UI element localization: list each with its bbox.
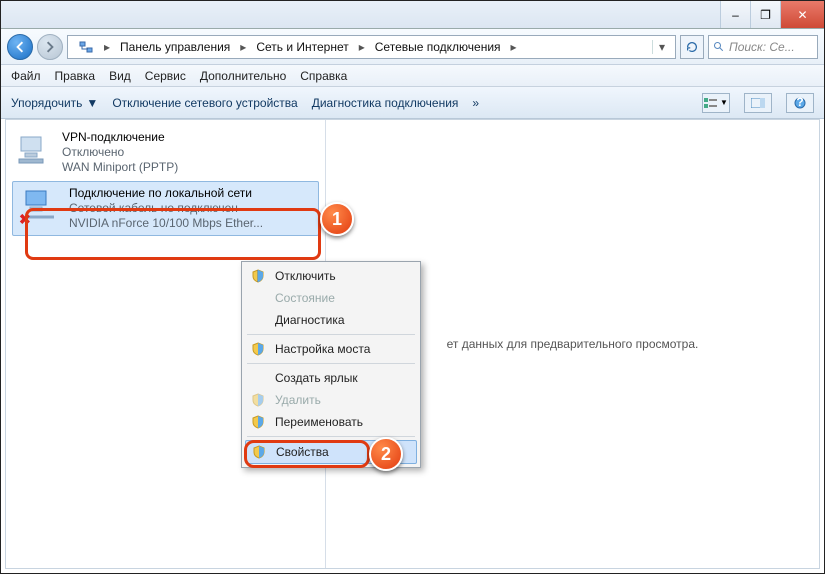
error-x-icon: ✖ bbox=[19, 211, 31, 228]
close-button[interactable]: ✕ bbox=[780, 1, 824, 28]
breadcrumb-sep: ▸ bbox=[357, 40, 367, 54]
connection-item-selected[interactable]: ✖ Подключение по локальной сети Сетевой … bbox=[12, 181, 319, 236]
shield-icon bbox=[249, 342, 267, 356]
ctx-delete: Удалить bbox=[245, 389, 417, 411]
breadcrumb-item[interactable]: Сеть и Интернет bbox=[250, 38, 354, 56]
network-icon bbox=[78, 39, 94, 55]
annotation-badge-2: 2 bbox=[369, 437, 403, 471]
ctx-label: Создать ярлык bbox=[275, 371, 358, 385]
shield-icon bbox=[249, 269, 267, 283]
preview-empty-text: ет данных для предварительного просмотра… bbox=[447, 337, 699, 351]
connection-icon: ✖ bbox=[21, 186, 61, 226]
help-button[interactable]: ? bbox=[786, 93, 814, 113]
ctx-label: Настройка моста bbox=[275, 342, 370, 356]
shield-icon bbox=[249, 415, 267, 429]
ctx-label: Отключить bbox=[275, 269, 336, 283]
ctx-label: Переименовать bbox=[275, 415, 363, 429]
organize-label: Упорядочить bbox=[11, 96, 82, 110]
svg-text:?: ? bbox=[796, 97, 803, 109]
menu-tools[interactable]: Сервис bbox=[145, 69, 186, 83]
disable-device-button[interactable]: Отключение сетевого устройства bbox=[112, 96, 297, 110]
menu-file[interactable]: Файл bbox=[11, 69, 41, 83]
menu-extra[interactable]: Дополнительно bbox=[200, 69, 286, 83]
breadcrumb-sep: ▸ bbox=[102, 40, 112, 54]
ctx-label: Удалить bbox=[275, 393, 321, 407]
menu-view[interactable]: Вид bbox=[109, 69, 131, 83]
menu-edit[interactable]: Правка bbox=[55, 69, 96, 83]
breadcrumb-root-icon[interactable] bbox=[72, 37, 100, 57]
shield-icon bbox=[249, 393, 267, 407]
ctx-diagnose[interactable]: Диагностика bbox=[245, 309, 417, 331]
ctx-label: Диагностика bbox=[275, 313, 345, 327]
nav-row: ▸ Панель управления ▸ Сеть и Интернет ▸ … bbox=[1, 29, 824, 65]
minimize-icon: – bbox=[732, 8, 739, 22]
ctx-label: Состояние bbox=[275, 291, 335, 305]
connection-title: VPN-подключение bbox=[62, 130, 178, 145]
preview-pane-icon bbox=[751, 98, 765, 108]
address-bar[interactable]: ▸ Панель управления ▸ Сеть и Интернет ▸ … bbox=[67, 35, 676, 59]
ctx-bridge[interactable]: Настройка моста bbox=[245, 338, 417, 360]
preview-pane-button[interactable] bbox=[744, 93, 772, 113]
breadcrumb-sep: ▸ bbox=[238, 40, 248, 54]
command-bar: Упорядочить ▼ Отключение сетевого устрой… bbox=[1, 87, 824, 119]
ctx-rename[interactable]: Переименовать bbox=[245, 411, 417, 433]
annotation-badge-1: 1 bbox=[320, 202, 354, 236]
ctx-disable[interactable]: Отключить bbox=[245, 265, 417, 287]
connection-device: NVIDIA nForce 10/100 Mbps Ether... bbox=[69, 216, 263, 231]
diagnose-button[interactable]: Диагностика подключения bbox=[312, 96, 459, 110]
connection-item[interactable]: VPN-подключение Отключено WAN Miniport (… bbox=[6, 126, 325, 179]
connection-status: Отключено bbox=[62, 145, 178, 160]
connection-device: WAN Miniport (PPTP) bbox=[62, 160, 178, 175]
context-menu: Отключить Состояние Диагностика Настройк… bbox=[241, 261, 421, 468]
help-icon: ? bbox=[794, 97, 806, 109]
address-history-dropdown[interactable]: ▾ bbox=[652, 40, 671, 54]
search-icon bbox=[713, 41, 725, 53]
organize-button[interactable]: Упорядочить ▼ bbox=[11, 96, 98, 110]
close-icon: ✕ bbox=[797, 8, 807, 22]
breadcrumb-item[interactable]: Сетевые подключения bbox=[369, 38, 507, 56]
breadcrumb-item[interactable]: Панель управления bbox=[114, 38, 236, 56]
maximize-icon: ❐ bbox=[760, 8, 771, 22]
arrow-right-icon bbox=[44, 41, 56, 53]
maximize-button[interactable]: ❐ bbox=[750, 1, 780, 28]
shield-icon bbox=[250, 445, 268, 459]
search-box[interactable]: Поиск: Се... bbox=[708, 35, 818, 59]
chevron-down-icon: ▼ bbox=[86, 96, 98, 110]
menu-bar: Файл Правка Вид Сервис Дополнительно Спр… bbox=[1, 65, 824, 87]
ctx-shortcut[interactable]: Создать ярлык bbox=[245, 367, 417, 389]
chevron-down-icon: ▼ bbox=[720, 98, 728, 107]
ctx-label: Свойства bbox=[276, 445, 329, 459]
view-mode-button[interactable]: ▼ bbox=[702, 93, 730, 113]
menu-help[interactable]: Справка bbox=[300, 69, 347, 83]
window-titlebar: – ❐ ✕ bbox=[1, 1, 824, 29]
connection-status: Сетевой кабель не подключен bbox=[69, 201, 263, 216]
breadcrumb-sep: ▸ bbox=[509, 40, 519, 54]
back-button[interactable] bbox=[7, 34, 33, 60]
connection-icon bbox=[14, 130, 54, 170]
refresh-button[interactable] bbox=[680, 35, 704, 59]
connection-title: Подключение по локальной сети bbox=[69, 186, 263, 201]
toolbar-overflow[interactable]: » bbox=[472, 96, 479, 110]
view-icon bbox=[704, 98, 718, 108]
minimize-button[interactable]: – bbox=[720, 1, 750, 28]
search-placeholder: Поиск: Се... bbox=[729, 40, 795, 54]
refresh-icon bbox=[685, 40, 699, 54]
forward-button[interactable] bbox=[37, 34, 63, 60]
ctx-status: Состояние bbox=[245, 287, 417, 309]
arrow-left-icon bbox=[14, 41, 26, 53]
